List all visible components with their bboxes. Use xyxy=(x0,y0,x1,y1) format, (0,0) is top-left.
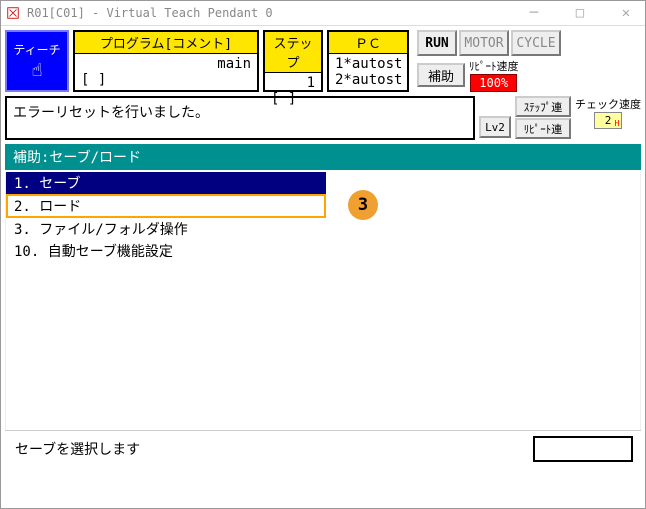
toolbar: ティーチ ☝ プログラム[コメント] main [ ] ステップ 1 [ ] Ｐ… xyxy=(1,26,645,94)
app-icon xyxy=(5,5,21,21)
message-row: エラーリセットを行いました。 Lv2 ｽﾃｯﾌﾟ連 ﾘﾋﾟｰﾄ連 チェック速度 … xyxy=(1,94,645,142)
teach-button[interactable]: ティーチ ☝ xyxy=(5,30,69,92)
pc-head: ＰＣ xyxy=(329,32,407,54)
right-cluster: RUN MOTOR CYCLE 補助 ﾘﾋﾟｰﾄ速度 100% xyxy=(417,30,561,92)
callout-badge: 3 xyxy=(348,190,378,220)
repeat-continuous-button[interactable]: ﾘﾋﾟｰﾄ連 xyxy=(515,118,571,139)
program-head: プログラム[コメント] xyxy=(75,32,257,54)
repeat-speed-label: ﾘﾋﾟｰﾄ速度 xyxy=(469,58,519,74)
step-continuous-button[interactable]: ｽﾃｯﾌﾟ連 xyxy=(515,96,571,117)
step-link-col: ｽﾃｯﾌﾟ連 ﾘﾋﾟｰﾄ連 xyxy=(515,96,571,140)
program-row2: [ ] xyxy=(81,72,251,88)
menu-item-autosave[interactable]: 10. 自動セーブ機能設定 xyxy=(6,240,640,262)
app-window: R01[C01] - Virtual Teach Pendant 0 ─ □ ✕… xyxy=(0,0,646,509)
program-row1: main xyxy=(81,56,251,72)
menu-area: 1. セーブ 2. ロード 3 3. ファイル/フォルダ操作 10. 自動セーブ… xyxy=(5,172,641,430)
check-speed: チェック速度 2 xyxy=(575,96,641,140)
motor-button[interactable]: MOTOR xyxy=(459,30,509,56)
step-head: ステップ xyxy=(265,32,321,73)
aux-button[interactable]: 補助 xyxy=(417,63,465,87)
cycle-button[interactable]: CYCLE xyxy=(511,30,561,56)
close-button[interactable]: ✕ xyxy=(611,5,641,21)
message-text: エラーリセットを行いました。 xyxy=(13,105,209,121)
run-button[interactable]: RUN xyxy=(417,30,457,56)
menu-item-load-label: 2. ロード xyxy=(14,199,81,215)
window-title: R01[C01] - Virtual Teach Pendant 0 xyxy=(27,6,519,20)
section-header: 補助:セーブ/ロード xyxy=(5,144,641,170)
repeat-speed-value: 100% xyxy=(470,74,517,92)
pc-row1: 1*autost xyxy=(335,56,401,72)
check-speed-label: チェック速度 xyxy=(575,96,641,112)
program-panel: プログラム[コメント] main [ ] xyxy=(73,30,259,92)
teach-label: ティーチ xyxy=(13,41,60,58)
hand-icon: ☝ xyxy=(32,60,43,81)
repeat-speed: ﾘﾋﾟｰﾄ速度 100% xyxy=(469,58,519,92)
menu-item-load[interactable]: 2. ロード 3 xyxy=(6,194,326,218)
step-row1: 1 xyxy=(271,75,315,91)
menu-item-file-ops[interactable]: 3. ファイル/フォルダ操作 xyxy=(6,218,640,240)
step-panel: ステップ 1 [ ] xyxy=(263,30,323,92)
pc-row2: 2*autost xyxy=(335,72,401,88)
check-speed-value: 2 xyxy=(594,112,623,129)
status-input[interactable] xyxy=(533,436,633,462)
titlebar: R01[C01] - Virtual Teach Pendant 0 ─ □ ✕ xyxy=(1,1,645,26)
pc-panel: ＰＣ 1*autost 2*autost xyxy=(327,30,409,92)
message-box: エラーリセットを行いました。 xyxy=(5,96,475,140)
minimize-button[interactable]: ─ xyxy=(519,5,549,21)
level-button[interactable]: Lv2 xyxy=(479,116,511,138)
menu-item-save[interactable]: 1. セーブ xyxy=(6,172,326,194)
window-controls: ─ □ ✕ xyxy=(519,5,641,21)
status-text: セーブを選択します xyxy=(13,435,525,463)
maximize-button[interactable]: □ xyxy=(565,5,595,21)
status-bar: セーブを選択します xyxy=(5,430,641,467)
